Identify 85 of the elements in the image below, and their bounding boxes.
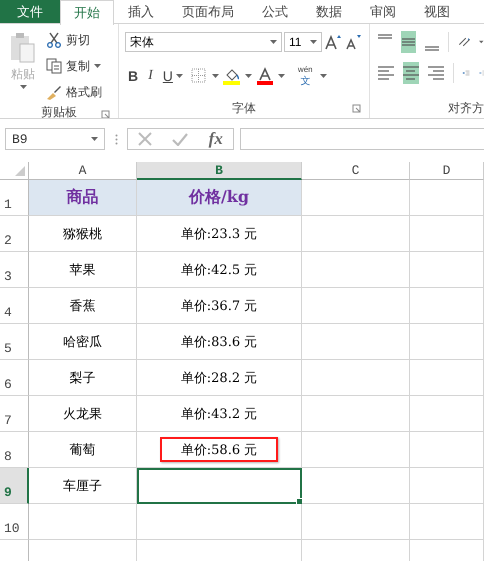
drag-handle-icon[interactable] — [114, 134, 118, 144]
dialog-launcher-icon[interactable] — [101, 110, 110, 118]
align-right-icon — [428, 66, 444, 80]
caret-icon[interactable] — [176, 74, 183, 78]
cell-text: 葡萄 — [70, 442, 96, 458]
caret-icon[interactable] — [278, 74, 285, 78]
row-header[interactable]: 2 — [0, 216, 29, 252]
group-label: 字体 — [232, 100, 256, 116]
bold-button[interactable]: B — [125, 68, 142, 84]
caret-icon[interactable] — [310, 40, 317, 44]
align-center-button[interactable] — [403, 62, 419, 84]
column-header[interactable]: A — [29, 162, 137, 180]
checkmark-icon[interactable] — [172, 132, 188, 146]
ribbon-tab[interactable]: 数据 — [302, 0, 356, 23]
name-box[interactable]: B9 — [5, 128, 105, 150]
caret-icon[interactable] — [244, 74, 252, 78]
row-header[interactable]: 5 — [0, 324, 29, 360]
copy-button[interactable]: 复制 — [44, 54, 104, 78]
ribbon-tab[interactable]: 公式 — [248, 0, 302, 23]
formula-input[interactable] — [240, 128, 484, 150]
cell-text: 单价:58.6 元 — [180, 442, 258, 458]
cell-text: 单价:23.3 元 — [180, 226, 258, 242]
scissors-icon — [46, 32, 62, 48]
align-bottom-icon — [424, 46, 439, 50]
cut-button[interactable]: 剪切 — [44, 28, 104, 52]
cell-text: 苹果 — [70, 262, 96, 278]
caret-icon[interactable] — [270, 40, 277, 44]
clipboard-icon — [10, 32, 36, 64]
font-size-field[interactable]: 11 — [284, 32, 322, 52]
column-header[interactable]: D — [410, 162, 484, 180]
column-header[interactable]: C — [302, 162, 410, 180]
cell-text: 单价:42.5 元 — [180, 262, 258, 278]
cell-text: 单价:43.2 元 — [180, 406, 258, 422]
cell-text: 猕猴桃 — [63, 226, 102, 242]
caret-icon[interactable] — [479, 40, 484, 44]
borders-icon[interactable] — [190, 68, 208, 84]
ribbon-tab[interactable]: 页面布局 — [168, 0, 248, 23]
align-middle-icon — [402, 38, 415, 46]
ribbon-tab[interactable]: 审阅 — [356, 0, 410, 23]
fill-color-icon[interactable] — [222, 67, 241, 85]
column-title: 价格/kg — [188, 187, 250, 208]
decrease-font-size-icon[interactable] — [344, 34, 362, 50]
cell-text: 单价:83.6 元 — [180, 334, 258, 350]
ribbon-tab[interactable]: 视图 — [410, 0, 464, 23]
active-cell[interactable] — [137, 468, 302, 504]
row-header[interactable]: 6 — [0, 360, 29, 396]
row-header[interactable]: 10 — [0, 504, 29, 540]
underline-button[interactable]: U — [160, 68, 186, 84]
row-header[interactable]: 4 — [0, 288, 29, 324]
align-left-icon — [378, 66, 394, 80]
format-painter-button[interactable]: 格式刷 — [44, 80, 104, 104]
row-header[interactable]: 7 — [0, 396, 29, 432]
caret-icon[interactable] — [212, 74, 219, 78]
font-color-icon[interactable] — [256, 67, 274, 85]
align-top-icon — [378, 34, 392, 38]
column-header[interactable]: B — [137, 162, 302, 180]
row-header[interactable]: 3 — [0, 252, 29, 288]
cell-text: 香蕉 — [70, 298, 96, 314]
align-middle-button[interactable] — [401, 31, 416, 53]
group-label: 对齐方 — [448, 100, 484, 116]
cell-text: 车厘子 — [63, 478, 102, 494]
group-label: 剪贴板 — [41, 104, 77, 118]
row-header[interactable]: 9 — [0, 468, 29, 504]
dialog-launcher-icon[interactable] — [352, 104, 361, 113]
cell-text: 梨子 — [70, 370, 96, 386]
ribbon-tab[interactable]: 开始 — [60, 0, 114, 25]
phonetic-guide-button[interactable]: wén 文 — [294, 64, 316, 88]
align-center-icon — [403, 66, 419, 80]
column-title: 商品 — [66, 187, 98, 208]
triangle-icon — [15, 166, 25, 176]
caret-icon[interactable] — [91, 137, 98, 141]
copy-icon — [46, 58, 62, 74]
paintbrush-icon — [46, 84, 62, 100]
ribbon-tab[interactable]: 插入 — [114, 0, 168, 23]
italic-button[interactable]: I — [145, 68, 156, 84]
cell-text: 火龙果 — [63, 406, 102, 422]
file-tab[interactable]: 文件 — [0, 0, 60, 23]
font-name-field[interactable]: 宋体 — [125, 32, 282, 52]
cell-text: 哈密瓜 — [63, 334, 102, 350]
insert-function-button[interactable]: fx — [208, 129, 223, 149]
cell-text: 单价:28.2 元 — [180, 370, 258, 386]
caret-icon[interactable] — [320, 74, 327, 78]
cell-text: 单价:36.7 元 — [180, 298, 258, 314]
increase-font-size-icon[interactable] — [324, 34, 342, 50]
caret-icon[interactable] — [94, 64, 101, 68]
